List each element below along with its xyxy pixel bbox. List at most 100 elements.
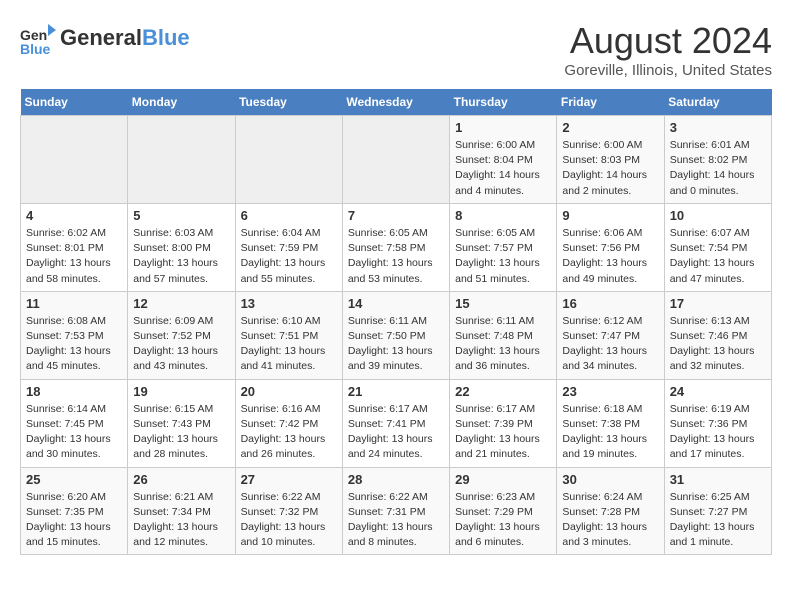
- day-number: 11: [26, 296, 122, 311]
- calendar-cell: 14Sunrise: 6:11 AMSunset: 7:50 PMDayligh…: [342, 291, 449, 379]
- calendar-cell: [21, 116, 128, 204]
- calendar-table: SundayMondayTuesdayWednesdayThursdayFrid…: [20, 89, 772, 555]
- page-header: Gen Blue GeneralBlue August 2024 Gorevil…: [20, 20, 772, 79]
- day-info: Sunrise: 6:00 AMSunset: 8:04 PMDaylight:…: [455, 138, 551, 199]
- day-number: 30: [562, 472, 658, 487]
- day-number: 8: [455, 208, 551, 223]
- day-info: Sunrise: 6:08 AMSunset: 7:53 PMDaylight:…: [26, 314, 122, 375]
- calendar-cell: 2Sunrise: 6:00 AMSunset: 8:03 PMDaylight…: [557, 116, 664, 204]
- calendar-cell: 28Sunrise: 6:22 AMSunset: 7:31 PMDayligh…: [342, 467, 449, 555]
- day-info: Sunrise: 6:11 AMSunset: 7:48 PMDaylight:…: [455, 314, 551, 375]
- day-number: 24: [670, 384, 766, 399]
- logo-general: General: [60, 25, 142, 50]
- calendar-cell: 8 Sunrise: 6:05 AMSunset: 7:57 PMDaylight…: [450, 203, 557, 291]
- logo: Gen Blue GeneralBlue: [20, 20, 190, 56]
- day-info: Sunrise: 6:22 AMSunset: 7:32 PMDaylight:…: [241, 490, 337, 551]
- week-row-1: 1 Sunrise: 6:00 AMSunset: 8:04 PMDaylight…: [21, 116, 772, 204]
- col-header-monday: Monday: [128, 89, 235, 116]
- col-header-friday: Friday: [557, 89, 664, 116]
- calendar-cell: 3Sunrise: 6:01 AMSunset: 8:02 PMDaylight…: [664, 116, 771, 204]
- day-number: 2: [562, 120, 658, 135]
- day-number: 25: [26, 472, 122, 487]
- day-info: Sunrise: 6:18 AMSunset: 7:38 PMDaylight:…: [562, 402, 658, 463]
- calendar-cell: 11 Sunrise: 6:08 AMSunset: 7:53 PMDayligh…: [21, 291, 128, 379]
- day-number: 12: [133, 296, 229, 311]
- day-number: 4: [26, 208, 122, 223]
- calendar-cell: 21 Sunrise: 6:17 AMSunset: 7:41 PMDayligh…: [342, 379, 449, 467]
- day-number: 17: [670, 296, 766, 311]
- calendar-cell: 23Sunrise: 6:18 AMSunset: 7:38 PMDayligh…: [557, 379, 664, 467]
- calendar-cell: 20Sunrise: 6:16 AMSunset: 7:42 PMDayligh…: [235, 379, 342, 467]
- col-header-sunday: Sunday: [21, 89, 128, 116]
- day-number: 6: [241, 208, 337, 223]
- col-header-thursday: Thursday: [450, 89, 557, 116]
- calendar-cell: 19Sunrise: 6:15 AMSunset: 7:43 PMDayligh…: [128, 379, 235, 467]
- day-number: 10: [670, 208, 766, 223]
- svg-text:Blue: Blue: [20, 41, 51, 56]
- calendar-cell: 13 Sunrise: 6:10 AMSunset: 7:51 PMDayligh…: [235, 291, 342, 379]
- col-header-saturday: Saturday: [664, 89, 771, 116]
- logo-icon: Gen Blue: [20, 20, 56, 56]
- week-row-2: 4Sunrise: 6:02 AMSunset: 8:01 PMDaylight…: [21, 203, 772, 291]
- day-info: Sunrise: 6:01 AMSunset: 8:02 PMDaylight:…: [670, 138, 766, 199]
- day-number: 21: [348, 384, 444, 399]
- day-number: 16: [562, 296, 658, 311]
- day-info: Sunrise: 6:09 AMSunset: 7:52 PMDaylight:…: [133, 314, 229, 375]
- week-row-4: 18Sunrise: 6:14 AMSunset: 7:45 PMDayligh…: [21, 379, 772, 467]
- day-info: Sunrise: 6:12 AMSunset: 7:47 PMDaylight:…: [562, 314, 658, 375]
- header-row: SundayMondayTuesdayWednesdayThursdayFrid…: [21, 89, 772, 116]
- day-number: 26: [133, 472, 229, 487]
- logo-text: GeneralBlue: [60, 26, 190, 50]
- calendar-cell: 29 Sunrise: 6:23 AMSunset: 7:29 PMDayligh…: [450, 467, 557, 555]
- calendar-cell: [235, 116, 342, 204]
- day-number: 28: [348, 472, 444, 487]
- day-number: 13: [241, 296, 337, 311]
- calendar-cell: 1 Sunrise: 6:00 AMSunset: 8:04 PMDaylight…: [450, 116, 557, 204]
- day-number: 20: [241, 384, 337, 399]
- day-info: Sunrise: 6:10 AMSunset: 7:51 PMDaylight:…: [241, 314, 337, 375]
- location: Goreville, Illinois, United States: [564, 62, 772, 79]
- day-number: 5: [133, 208, 229, 223]
- title-area: August 2024 Goreville, Illinois, United …: [564, 20, 772, 79]
- calendar-cell: 22 Sunrise: 6:17 AMSunset: 7:39 PMDayligh…: [450, 379, 557, 467]
- col-header-tuesday: Tuesday: [235, 89, 342, 116]
- calendar-cell: 4Sunrise: 6:02 AMSunset: 8:01 PMDaylight…: [21, 203, 128, 291]
- day-info: Sunrise: 6:24 AMSunset: 7:28 PMDaylight:…: [562, 490, 658, 551]
- calendar-cell: 24 Sunrise: 6:19 AMSunset: 7:36 PMDayligh…: [664, 379, 771, 467]
- day-info: Sunrise: 6:21 AMSunset: 7:34 PMDaylight:…: [133, 490, 229, 551]
- day-number: 15: [455, 296, 551, 311]
- calendar-cell: 17 Sunrise: 6:13 AMSunset: 7:46 PMDayligh…: [664, 291, 771, 379]
- day-number: 29: [455, 472, 551, 487]
- calendar-cell: [128, 116, 235, 204]
- day-info: Sunrise: 6:05 AMSunset: 7:58 PMDaylight:…: [348, 226, 444, 287]
- day-info: Sunrise: 6:17 AMSunset: 7:39 PMDaylight:…: [455, 402, 551, 463]
- day-number: 9: [562, 208, 658, 223]
- day-number: 14: [348, 296, 444, 311]
- calendar-cell: 31Sunrise: 6:25 AMSunset: 7:27 PMDayligh…: [664, 467, 771, 555]
- calendar-cell: 15 Sunrise: 6:11 AMSunset: 7:48 PMDayligh…: [450, 291, 557, 379]
- calendar-cell: 25Sunrise: 6:20 AMSunset: 7:35 PMDayligh…: [21, 467, 128, 555]
- day-info: Sunrise: 6:14 AMSunset: 7:45 PMDaylight:…: [26, 402, 122, 463]
- calendar-cell: 16 Sunrise: 6:12 AMSunset: 7:47 PMDayligh…: [557, 291, 664, 379]
- day-info: Sunrise: 6:13 AMSunset: 7:46 PMDaylight:…: [670, 314, 766, 375]
- day-info: Sunrise: 6:07 AMSunset: 7:54 PMDaylight:…: [670, 226, 766, 287]
- calendar-cell: 26 Sunrise: 6:21 AMSunset: 7:34 PMDayligh…: [128, 467, 235, 555]
- day-number: 1: [455, 120, 551, 135]
- day-info: Sunrise: 6:03 AMSunset: 8:00 PMDaylight:…: [133, 226, 229, 287]
- calendar-cell: 7 Sunrise: 6:05 AMSunset: 7:58 PMDaylight…: [342, 203, 449, 291]
- calendar-cell: [342, 116, 449, 204]
- month-year: August 2024: [564, 20, 772, 62]
- day-info: Sunrise: 6:23 AMSunset: 7:29 PMDaylight:…: [455, 490, 551, 551]
- col-header-wednesday: Wednesday: [342, 89, 449, 116]
- day-number: 7: [348, 208, 444, 223]
- week-row-3: 11 Sunrise: 6:08 AMSunset: 7:53 PMDayligh…: [21, 291, 772, 379]
- day-number: 22: [455, 384, 551, 399]
- logo-blue: Blue: [142, 25, 190, 50]
- day-info: Sunrise: 6:05 AMSunset: 7:57 PMDaylight:…: [455, 226, 551, 287]
- day-info: Sunrise: 6:06 AMSunset: 7:56 PMDaylight:…: [562, 226, 658, 287]
- calendar-body: 1 Sunrise: 6:00 AMSunset: 8:04 PMDaylight…: [21, 116, 772, 555]
- day-info: Sunrise: 6:04 AMSunset: 7:59 PMDaylight:…: [241, 226, 337, 287]
- day-info: Sunrise: 6:19 AMSunset: 7:36 PMDaylight:…: [670, 402, 766, 463]
- day-number: 27: [241, 472, 337, 487]
- day-info: Sunrise: 6:17 AMSunset: 7:41 PMDaylight:…: [348, 402, 444, 463]
